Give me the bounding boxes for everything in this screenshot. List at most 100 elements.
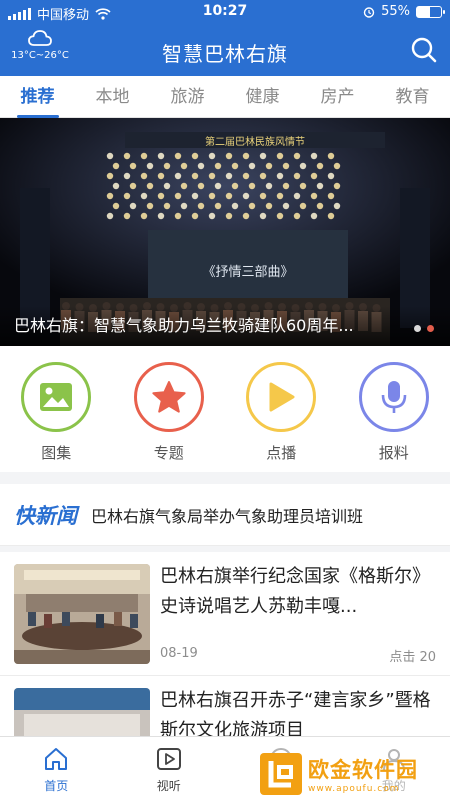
stage-screen-text: 《抒情三部曲》 [202, 265, 293, 280]
stage-light [123, 212, 131, 220]
stage-light [265, 202, 273, 210]
stage-light [293, 212, 301, 220]
stage-light [197, 162, 205, 170]
news-flash[interactable]: 快新闻 巴林右旗气象局举办气象助理员培训班 [0, 484, 450, 546]
entry-label: 专题 [153, 444, 184, 462]
news-list: 巴林右旗举行纪念国家《格斯尔》史诗说唱艺人苏勒丰嘎... 08-19 点击 20… [0, 552, 450, 736]
battery-percent: 55% [381, 4, 410, 19]
stage-light [129, 162, 137, 170]
stage-light [282, 202, 290, 210]
stage-light [197, 182, 205, 190]
tab-recommend[interactable]: 推荐 [16, 76, 59, 118]
nav-home[interactable]: 首页 [0, 737, 113, 800]
battery-icon [416, 5, 445, 18]
stage-light [316, 202, 324, 210]
stage-light [299, 202, 307, 210]
stage-light [163, 202, 171, 210]
stage-light [106, 172, 114, 180]
carousel-dots [414, 325, 434, 332]
stage-light [208, 172, 216, 180]
stage-light [333, 182, 341, 190]
news-thumbnail [14, 564, 150, 664]
stage-light [214, 162, 222, 170]
alarm-icon [363, 6, 375, 18]
carousel-dot[interactable] [414, 325, 421, 332]
news-title: 巴林右旗召开赤子“建言家乡”暨格斯尔文化旅游项目 [160, 690, 431, 736]
search-button[interactable] [410, 36, 438, 64]
stage-light [157, 152, 165, 160]
banner-caption: 巴林右旗：智慧气象助力乌兰牧骑建队60周年... [0, 306, 450, 346]
stage-light [140, 192, 148, 200]
home-icon [45, 748, 68, 770]
nav-video-label: 视听 [156, 779, 181, 793]
list-item[interactable]: 巴林右旗召开赤子“建言家乡”暨格斯尔文化旅游项目 [0, 676, 450, 736]
stage-light [174, 192, 182, 200]
stage-light [225, 192, 233, 200]
stage-light [157, 172, 165, 180]
stage-light [225, 152, 233, 160]
stage-light [163, 182, 171, 190]
stage-light [146, 182, 154, 190]
entry-report[interactable]: 报料 [354, 362, 434, 472]
quick-entries: 图集 专题 点播 报料 [0, 346, 450, 472]
stage-light [259, 152, 267, 160]
stage-light [242, 152, 250, 160]
entry-topic[interactable]: 专题 [129, 362, 209, 472]
stage-light [282, 162, 290, 170]
stage-light [248, 202, 256, 210]
banner-carousel[interactable]: 第二届巴林民族风情节 《抒情三部曲》 巴林右旗：智慧气象助力乌兰牧骑建队60周年… [0, 118, 450, 346]
entry-on-demand[interactable]: 点播 [241, 362, 321, 472]
gallery-circle [21, 362, 92, 432]
nav-video[interactable]: 视听 [113, 737, 226, 800]
stage-sign: 第二届巴林民族风情节 [205, 135, 305, 148]
stage-light [299, 182, 307, 190]
status-bar: 中国移动 10:27 55% [0, 0, 450, 24]
news-flash-logo: 快新闻 [14, 502, 77, 528]
watermark: 欧金软件园 www.apoufu.com [258, 748, 450, 800]
tab-travel[interactable]: 旅游 [167, 76, 209, 118]
stage-light [163, 162, 171, 170]
tab-health[interactable]: 健康 [242, 76, 284, 118]
stage-light [140, 172, 148, 180]
news-flash-text[interactable]: 巴林右旗气象局举办气象助理员培训班 [91, 503, 411, 527]
stage-light [129, 202, 137, 210]
stage-light [225, 172, 233, 180]
watermark-logo [260, 753, 302, 795]
news-title: 巴林右旗举行纪念国家《格斯尔》史诗说唱艺人苏勒丰嘎... [160, 566, 430, 617]
tab-education[interactable]: 教育 [392, 76, 434, 118]
stage-light [180, 202, 188, 210]
entry-label: 报料 [378, 444, 409, 462]
tab-real-estate[interactable]: 房产 [317, 76, 359, 118]
stage-light [293, 192, 301, 200]
stage-light [191, 212, 199, 220]
list-item[interactable]: 巴林右旗举行纪念国家《格斯尔》史诗说唱艺人苏勒丰嘎... 08-19 点击 20 [0, 552, 450, 676]
search-icon [411, 37, 437, 63]
stage-light [123, 152, 131, 160]
stage-light [174, 172, 182, 180]
stage-light [259, 212, 267, 220]
stage-light [310, 172, 318, 180]
stage-light [316, 182, 324, 190]
entry-gallery[interactable]: 图集 [16, 362, 96, 472]
stage-light [293, 152, 301, 160]
topic-circle [133, 362, 204, 432]
stage-light [106, 192, 114, 200]
app-screen: 中国移动 10:27 55% 13°C~26°C 智慧巴林右旗 推荐 本地 旅游… [0, 0, 450, 800]
stage-light [327, 172, 335, 180]
stage-light [316, 162, 324, 170]
tab-local[interactable]: 本地 [92, 76, 134, 118]
app-header: 中国移动 10:27 55% 13°C~26°C 智慧巴林右旗 [0, 0, 450, 76]
stage-light [180, 162, 188, 170]
star-icon [152, 381, 186, 413]
stage-light [327, 212, 335, 220]
stage-light [214, 182, 222, 190]
play-icon [269, 382, 295, 412]
stage-light [191, 172, 199, 180]
carousel-dot-active[interactable] [427, 325, 434, 332]
stage-light [248, 162, 256, 170]
stage-light [265, 182, 273, 190]
news-date: 08-19 [160, 646, 198, 661]
stage-light [242, 192, 250, 200]
stage-light [208, 152, 216, 160]
stage-light [293, 172, 301, 180]
